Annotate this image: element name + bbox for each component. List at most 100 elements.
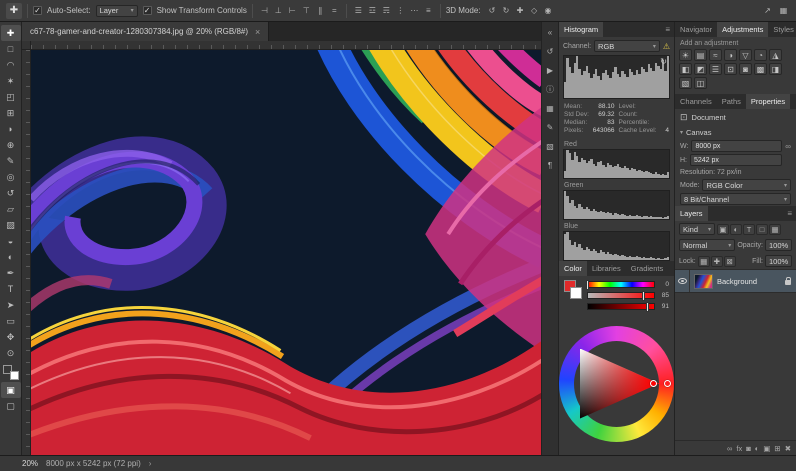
background-color-swatch[interactable] [570,287,582,299]
hand-icon[interactable]: ✥ [1,329,21,345]
layer-thumbnail[interactable] [694,274,713,289]
tab-layers[interactable]: Layers [675,206,708,221]
channel-mixer-icon[interactable]: ☰ [709,63,722,75]
levels-icon[interactable]: ▤ [694,49,707,61]
status-chevron-icon[interactable]: › [149,459,152,468]
tab-navigator[interactable]: Navigator [675,22,717,37]
color-balance-icon[interactable]: ◮ [769,49,782,61]
ruler-corner[interactable] [22,41,31,50]
canvas-section-header[interactable]: ▾ Canvas [675,126,796,139]
auto-select-checkbox[interactable]: ✓ [33,6,42,15]
threshold-icon[interactable]: ◨ [769,63,782,75]
paragraph-panel-icon[interactable]: ¶ [543,159,557,171]
delete-layer-icon[interactable]: ✖ [785,444,791,453]
refresh-icon[interactable]: ↻ [660,57,667,66]
icon[interactable]: ☴ [380,4,393,17]
tab-styles[interactable]: Styles [768,22,796,37]
healing-brush-icon[interactable]: ⊕ [1,137,21,153]
icon[interactable]: ⊤ [300,4,313,17]
gradient-icon[interactable]: ▨ [1,217,21,233]
vertical-ruler[interactable] [22,50,31,455]
color-wheel[interactable] [559,326,674,442]
icon[interactable]: ◐ [730,224,742,235]
eraser-icon[interactable]: ▱ [1,201,21,217]
sat-slider-track[interactable] [587,292,655,299]
swatches-panel-icon[interactable]: ▦ [543,102,557,114]
panel-menu-icon[interactable]: ≡ [783,206,796,221]
actions-panel-icon[interactable]: ▶ [543,64,557,76]
hue-slider-thumb[interactable] [586,280,589,290]
layer-row-background[interactable]: Background [675,269,796,293]
eyedropper-icon[interactable]: ◗ [1,121,21,137]
icon[interactable]: ✚ [514,4,527,17]
hue-marker[interactable] [664,380,671,387]
icon[interactable]: ⊢ [286,4,299,17]
bit-depth-dropdown[interactable]: 8 Bit/Channel ▾ [680,193,791,205]
marquee-icon[interactable]: □ [1,41,21,57]
shape-icon[interactable]: ▭ [1,313,21,329]
height-field[interactable]: 5242 px [690,154,782,166]
sat-slider-thumb[interactable] [642,291,645,301]
brightness-contrast-icon[interactable]: ☀ [679,49,692,61]
document-type-row[interactable]: ⊡ Document [675,109,796,126]
tab-color[interactable]: Color [559,261,587,276]
close-tab-icon[interactable]: × [255,27,260,37]
posterize-icon[interactable]: ▩ [754,63,767,75]
quick-select-icon[interactable]: ✶ [1,73,21,89]
blend-mode-dropdown[interactable]: Normal ▾ [679,239,735,251]
photo-filter-icon[interactable]: ◩ [694,63,707,75]
frame-icon[interactable]: ⊞ [1,105,21,121]
invert-icon[interactable]: ◙ [739,63,752,75]
warning-icon[interactable]: ⚠ [663,42,670,51]
layer-effects-icon[interactable]: fx [736,444,742,453]
info-panel-icon[interactable]: ⓘ [543,83,557,95]
icon[interactable]: T [743,224,755,235]
icon[interactable]: □ [756,224,768,235]
brushes-panel-icon[interactable]: ✎ [543,121,557,133]
filter-kind-dropdown[interactable]: Kind ▾ [679,223,715,235]
clone-stamp-icon[interactable]: ◎ [1,169,21,185]
brush-icon[interactable]: ✎ [1,153,21,169]
tab-histogram[interactable]: Histogram [559,22,603,37]
new-layer-icon[interactable]: ⊞ [774,444,780,453]
link-layers-icon[interactable]: ∞ [727,444,732,453]
path-select-icon[interactable]: ➤ [1,297,21,313]
bri-slider-thumb[interactable] [646,302,649,312]
bri-slider-track[interactable] [587,303,655,310]
icon[interactable]: ▣ [717,224,729,235]
channel-dropdown[interactable]: RGB ▾ [594,40,660,52]
layer-visibility-toggle[interactable] [675,270,690,292]
icon[interactable]: ☰ [352,4,365,17]
selective-color-icon[interactable]: ◫ [694,77,707,89]
exposure-icon[interactable]: ◑ [724,49,737,61]
color-swatches[interactable] [3,365,19,380]
tab-libraries[interactable]: Libraries [587,261,626,276]
icon[interactable]: ⋮ [394,4,407,17]
new-adjustment-icon[interactable]: ◐ [755,444,760,453]
icon[interactable]: ≡ [422,4,435,17]
move-icon[interactable]: ✚ [1,25,21,41]
crop-icon[interactable]: ◰ [1,89,21,105]
show-transform-checkbox[interactable]: ✓ [143,6,152,15]
tab-properties[interactable]: Properties [746,94,790,109]
icon[interactable]: ↻ [500,4,513,17]
screen-mode-icon[interactable]: ▢ [1,398,21,414]
hue-saturation-icon[interactable]: ◔ [754,49,767,61]
libraries-panel-icon[interactable]: ▧ [543,140,557,152]
icon[interactable]: ⋯ [408,4,421,17]
width-field[interactable]: 8000 px [691,140,782,152]
pen-icon[interactable]: ✒ [1,265,21,281]
icon[interactable]: ⊣ [258,4,271,17]
icon[interactable]: ◇ [528,4,541,17]
blur-icon[interactable]: ◒ [1,233,21,249]
hue-slider-track[interactable] [587,281,655,288]
horizontal-ruler[interactable] [31,41,541,50]
zoom-icon[interactable]: ⊙ [1,345,21,361]
icon[interactable]: ⊥ [272,4,285,17]
panel-menu-icon[interactable]: ≡ [661,22,674,37]
vibrance-icon[interactable]: ▽ [739,49,752,61]
tab-channels[interactable]: Channels [675,94,717,109]
dodge-icon[interactable]: ◐ [1,249,21,265]
icon[interactable]: ⊠ [724,256,736,267]
tab-adjustments[interactable]: Adjustments [717,22,768,37]
